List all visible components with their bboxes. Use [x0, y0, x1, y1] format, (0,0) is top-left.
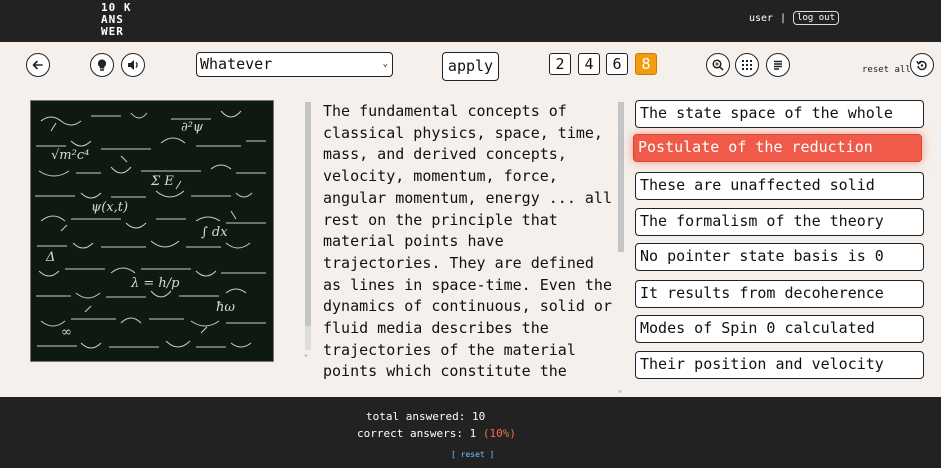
equations-illustration: ∂²ψ √m²c⁴ Σ E ψ(x,t) ∫ dx Δ λ = h/p ∞ ħω [31, 101, 273, 361]
speaker-icon [128, 60, 138, 70]
answer-option-6[interactable]: It results from decoherence [635, 280, 924, 308]
correct-answers-percent: (10%) [482, 427, 516, 440]
user-area: user | log out [749, 11, 839, 25]
correct-answers-label: correct answers: [357, 427, 463, 440]
category-select-value: Whatever [200, 55, 273, 73]
lightbulb-icon [97, 59, 107, 71]
stats-footer: total answered: 10 correct answers: 1 (1… [0, 397, 941, 468]
svg-text:√m²c⁴: √m²c⁴ [51, 148, 89, 163]
svg-text:∫ dx: ∫ dx [201, 225, 228, 240]
scroll-down-icon[interactable]: ⌄ [304, 350, 308, 358]
chalkboard-image: ∂²ψ √m²c⁴ Σ E ψ(x,t) ∫ dx Δ λ = h/p ∞ ħω [30, 100, 274, 362]
total-answered-label: total answered: [366, 410, 466, 423]
passage-scroll-thumb-right[interactable] [618, 102, 624, 252]
audio-button[interactable] [121, 53, 145, 77]
answer-option-3[interactable]: These are unaffected solid [635, 172, 924, 200]
user-label[interactable]: user [749, 13, 773, 24]
reset-stats-link[interactable]: [ reset ] [451, 450, 494, 459]
answer-option-5[interactable]: No pointer state basis is 0 [635, 243, 924, 271]
text-align-icon [774, 60, 782, 70]
svg-text:λ = h/p: λ = h/p [130, 276, 180, 291]
svg-text:ψ(x,t): ψ(x,t) [91, 200, 128, 215]
count-button-4[interactable]: 4 [578, 53, 600, 75]
grid-button[interactable] [735, 53, 759, 77]
apply-button[interactable]: apply [442, 52, 499, 81]
zoom-in-icon [712, 59, 724, 71]
answer-option-1[interactable]: The state space of the whole [635, 100, 924, 128]
count-button-6[interactable]: 6 [606, 53, 628, 75]
logo[interactable]: 10 K ANS WER [101, 2, 132, 38]
reset-icon [916, 60, 927, 71]
correct-answers-value: 1 [469, 427, 477, 440]
top-bar: 10 K ANS WER user | log out [0, 0, 941, 42]
text-view-button[interactable] [766, 53, 790, 77]
separator: | [780, 12, 787, 24]
reset-all-label[interactable]: reset all [862, 65, 911, 75]
logout-button[interactable]: log out [793, 11, 839, 25]
zoom-button[interactable] [706, 53, 730, 77]
scroll-down-icon-right[interactable]: ⌄ [618, 386, 622, 394]
chevron-down-icon: ⌄ [382, 59, 388, 69]
passage-scrollbar-right[interactable]: ⌄ [617, 98, 625, 396]
reset-all-button[interactable] [910, 53, 934, 77]
answer-option-2[interactable]: Postulate of the reduction [633, 134, 922, 162]
answer-option-8[interactable]: Their position and velocity [635, 351, 924, 379]
total-answered: total answered: 10 [366, 410, 485, 423]
passage-text: The fundamental concepts of classical ph… [323, 102, 612, 381]
svg-text:Δ: Δ [45, 250, 55, 265]
back-arrow-icon [32, 60, 43, 70]
passage-scrollbar[interactable]: ⌄ [304, 98, 312, 360]
count-button-8[interactable]: 8 [635, 53, 657, 75]
answer-option-4[interactable]: The formalism of the theory [635, 208, 924, 236]
logo-line-3: WER [101, 25, 124, 38]
svg-text:∂²ψ: ∂²ψ [181, 120, 204, 135]
svg-text:Σ E: Σ E [150, 174, 174, 189]
svg-text:ħω: ħω [216, 300, 235, 315]
category-select[interactable]: Whatever ⌄ [196, 52, 393, 77]
total-answered-value: 10 [471, 410, 486, 423]
correct-answers: correct answers: 1 (10%) [357, 427, 516, 440]
answer-option-7[interactable]: Modes of Spin 0 calculated [635, 315, 924, 343]
count-button-2[interactable]: 2 [549, 53, 571, 75]
back-button[interactable] [26, 53, 50, 77]
grid-icon [742, 60, 752, 70]
hint-button[interactable] [90, 53, 114, 77]
svg-text:∞: ∞ [61, 325, 72, 340]
passage-scroll-thumb[interactable] [305, 102, 311, 326]
